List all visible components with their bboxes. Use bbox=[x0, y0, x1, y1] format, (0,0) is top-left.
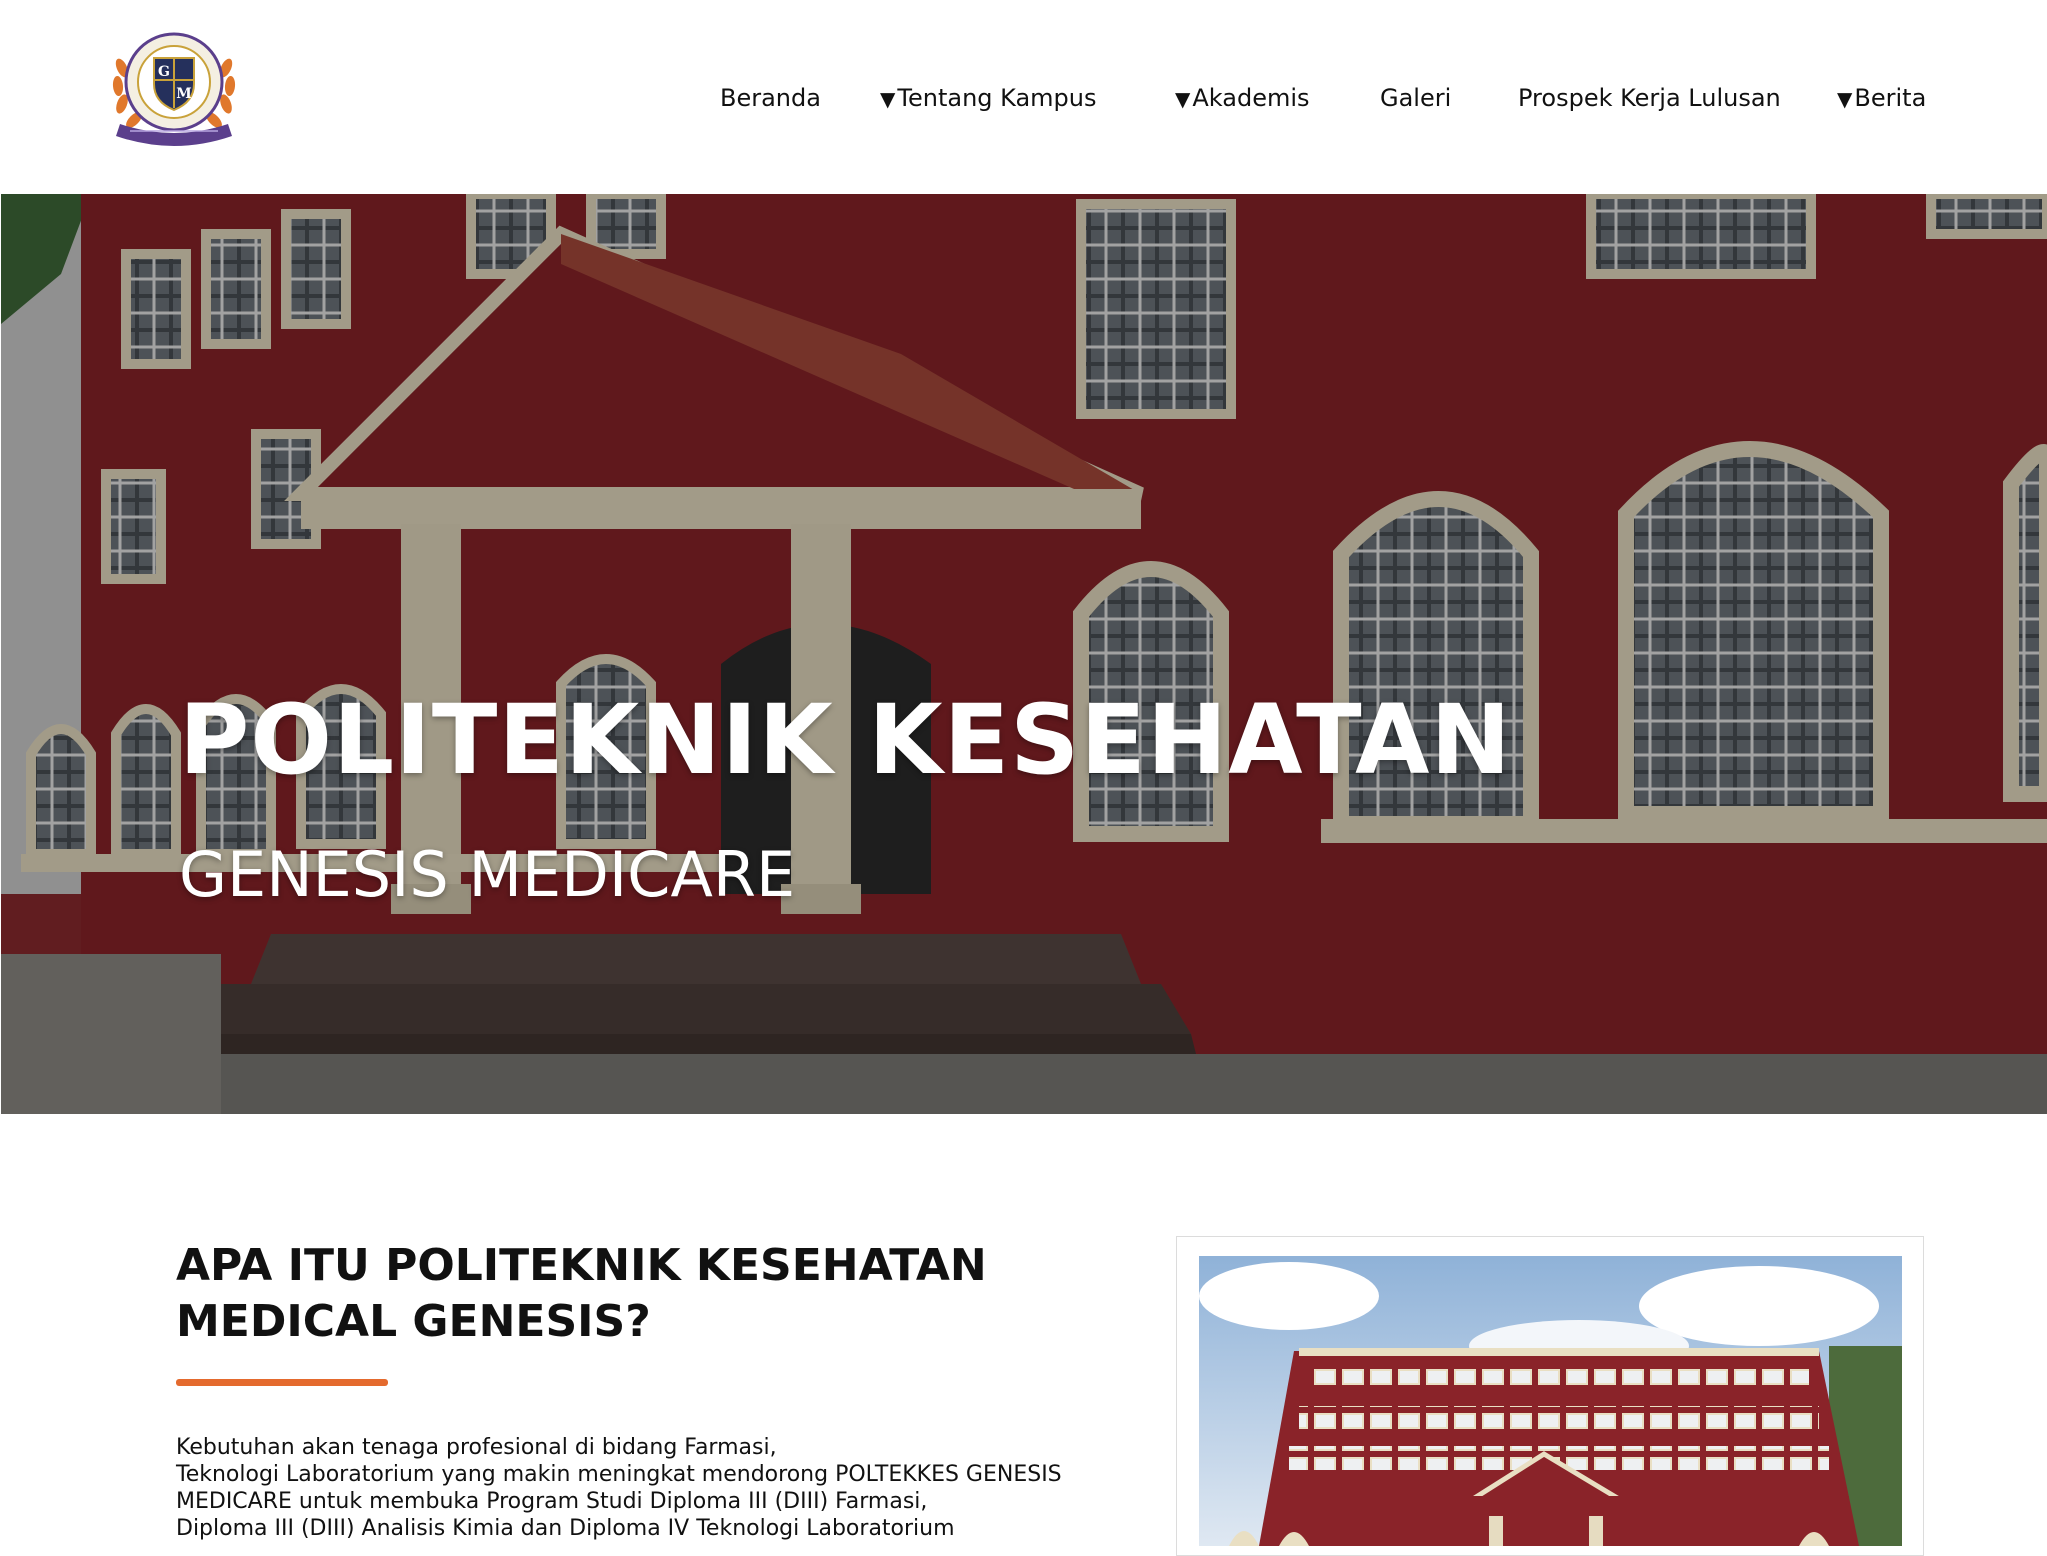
hero-overlay bbox=[1, 194, 2047, 1114]
nav-item-prospek-kerja[interactable]: Prospek Kerja Lulusan bbox=[1518, 76, 1781, 120]
about-paragraph: Kebutuhan akan tenaga profesional di bid… bbox=[176, 1434, 1116, 1542]
nav-item-galeri[interactable]: Galeri bbox=[1380, 76, 1451, 120]
nav-label-prospek-kerja: Prospek Kerja Lulusan bbox=[1518, 84, 1781, 112]
nav-label-berita: Berita bbox=[1854, 84, 1927, 112]
nav-label-tentang-kampus: Tentang Kampus bbox=[897, 84, 1097, 112]
dropdown-caret-icon: ▼ bbox=[1175, 87, 1191, 111]
nav-item-tentang-kampus[interactable]: ▼Tentang Kampus bbox=[880, 76, 1097, 120]
hero-title: POLITEKNIK KESEHATAN bbox=[179, 684, 1512, 796]
about-heading: APA ITU POLITEKNIK KESEHATAN MEDICAL GEN… bbox=[176, 1240, 987, 1347]
nav-item-beranda[interactable]: Beranda bbox=[720, 76, 821, 120]
nav-label-galeri: Galeri bbox=[1380, 84, 1452, 112]
nav-item-akademis[interactable]: ▼Akademis bbox=[1175, 76, 1310, 120]
nav-item-berita[interactable]: ▼Berita bbox=[1837, 76, 1926, 120]
hero-subtitle: GENESIS MEDICARE bbox=[179, 838, 796, 911]
about-line: Diploma III (DIII) Analisis Kimia dan Di… bbox=[176, 1516, 955, 1541]
hero-banner: POLITEKNIK KESEHATAN GENESIS MEDICARE bbox=[1, 194, 2047, 1114]
nav-label-akademis: Akademis bbox=[1192, 84, 1310, 112]
about-line: Kebutuhan akan tenaga profesional di bid… bbox=[176, 1435, 777, 1460]
about-line: MEDICARE untuk membuka Program Studi Dip… bbox=[176, 1489, 928, 1514]
nav-label-beranda: Beranda bbox=[720, 84, 821, 112]
campus-photo bbox=[1199, 1256, 1902, 1546]
accent-divider bbox=[176, 1379, 388, 1386]
dropdown-caret-icon: ▼ bbox=[880, 87, 896, 111]
about-line: Teknologi Laboratorium yang makin mening… bbox=[176, 1462, 1062, 1487]
site-header: G M Beranda ▼Tentang Kampus ▼Akademis Ga… bbox=[0, 0, 2047, 194]
main-nav: Beranda ▼Tentang Kampus ▼Akademis Galeri… bbox=[0, 76, 2047, 120]
dropdown-caret-icon: ▼ bbox=[1837, 87, 1853, 111]
